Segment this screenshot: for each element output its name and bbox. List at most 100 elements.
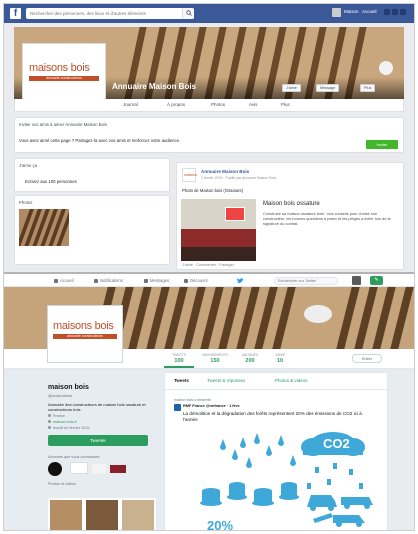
stat-following[interactable]: ABONNEMENTS 150 bbox=[198, 353, 232, 364]
media-thumbnail[interactable] bbox=[122, 500, 154, 530]
search-icon bbox=[186, 10, 192, 16]
post-actions[interactable]: J'aime · Commenter · Partager bbox=[182, 263, 234, 267]
post-author[interactable]: Annuaire Maison Bois bbox=[201, 169, 249, 174]
post-author-avatar[interactable]: maisons bbox=[182, 168, 197, 182]
bell-icon bbox=[94, 278, 98, 283]
messages-icon[interactable] bbox=[392, 9, 398, 15]
profile-handle[interactable]: @maisonbois bbox=[48, 393, 156, 398]
tab-photos[interactable]: Photos bbox=[211, 102, 225, 107]
screenshot-frame: f Maison Accueil maisons bois a bbox=[3, 3, 415, 531]
link-icon bbox=[48, 420, 51, 424]
infographic-percent-label: 20% bbox=[207, 518, 233, 531]
envelope-icon bbox=[144, 278, 148, 283]
tab-about[interactable]: À propos bbox=[167, 102, 185, 107]
nav-messages[interactable]: Messages bbox=[144, 278, 169, 283]
lamp-shape bbox=[379, 61, 393, 75]
follower-avatar[interactable] bbox=[48, 462, 62, 477]
likes-card-text: Ecrivez aux 100 personnes bbox=[25, 179, 77, 184]
media-thumbnail[interactable] bbox=[50, 500, 82, 530]
facebook-search[interactable] bbox=[26, 8, 194, 19]
nav-user-link[interactable]: Maison bbox=[344, 9, 359, 14]
post-link-title[interactable]: Maison bois ossature bbox=[263, 201, 320, 207]
more-button[interactable]: Plus bbox=[360, 84, 376, 92]
tab-reviews[interactable]: Avis bbox=[249, 102, 257, 107]
compose-tweet-button[interactable]: ✎ bbox=[370, 276, 383, 285]
tweet-author-avatar[interactable] bbox=[174, 404, 181, 411]
invite-button[interactable]: Inviter bbox=[366, 140, 398, 149]
invite-card-text: Vous avez aimé cette page ? Partagez-la … bbox=[19, 138, 181, 143]
user-avatar[interactable] bbox=[332, 8, 341, 17]
message-button[interactable]: Message bbox=[316, 84, 340, 92]
post-image[interactable] bbox=[181, 199, 256, 261]
profile-bio: Annuaire des constructeurs de maison boi… bbox=[48, 402, 146, 413]
post-meta: 1 février 2015 · Publié par Annuaire Mai… bbox=[201, 176, 277, 180]
nav-home-link[interactable]: Accueil bbox=[362, 9, 377, 14]
location-icon bbox=[48, 414, 51, 418]
twitter-bird-icon[interactable] bbox=[236, 277, 244, 284]
profile-location: France bbox=[48, 414, 156, 418]
stat-followers[interactable]: ABONNÉS 200 bbox=[238, 353, 262, 364]
facebook-search-input[interactable] bbox=[26, 8, 180, 19]
tweet-author[interactable]: RMF France @rmfrance · 1 févr. bbox=[183, 404, 240, 408]
profile-joined: Inscrit en février 2015 bbox=[48, 426, 156, 430]
stat-tweets[interactable]: TWEETS 100 bbox=[164, 353, 194, 368]
brand-logo-tagline: annuaire constructeurs bbox=[29, 76, 99, 81]
facebook-page: f Maison Accueil maisons bois a bbox=[4, 4, 414, 272]
tab-journal[interactable]: Journal bbox=[123, 102, 138, 107]
retweet-context: maison bois a retweeté bbox=[174, 398, 211, 402]
nav-discover[interactable]: Découvrir bbox=[184, 278, 208, 283]
home-icon bbox=[54, 278, 58, 283]
tab-tweets[interactable]: Tweets bbox=[174, 378, 189, 383]
follower-logos bbox=[48, 462, 156, 480]
twitter-topbar: Accueil Notifications Messages Découvrir… bbox=[4, 274, 414, 287]
media-thumbnails bbox=[48, 498, 156, 530]
nav-notifications[interactable]: Notifications bbox=[94, 278, 123, 283]
twitter-profile-picture[interactable]: maisons bois annuaire constructeurs bbox=[48, 306, 122, 362]
brand-logo-tagline: annuaire constructeurs bbox=[53, 334, 117, 339]
nav-home[interactable]: Accueil bbox=[54, 278, 74, 283]
facebook-profile-picture[interactable]: maisons bois annuaire constructeurs bbox=[23, 44, 105, 106]
followers-you-know-label[interactable]: Abonnés que vous connaissez bbox=[48, 455, 156, 459]
notifications-icon[interactable] bbox=[400, 9, 406, 15]
follower-avatar[interactable] bbox=[92, 464, 106, 475]
tweet-text: La démolition et la dégradation des forê… bbox=[183, 411, 362, 422]
facebook-topbar: f Maison Accueil bbox=[4, 4, 414, 23]
search-button[interactable] bbox=[182, 8, 194, 19]
facebook-logo-icon[interactable]: f bbox=[10, 8, 21, 19]
invite-card-header: Inviter vos amis à aimer Annuaire Maison… bbox=[19, 122, 108, 127]
facebook-tabs: Journal À propos Photos Avis Plus bbox=[14, 99, 404, 112]
nav-icons bbox=[384, 9, 408, 17]
photos-card-header: Photos bbox=[19, 200, 33, 205]
follower-avatar[interactable] bbox=[70, 462, 88, 475]
timeline: Tweets Tweets & réponses Photos & vidéos… bbox=[164, 372, 389, 531]
brand-logo-word: maisons bois bbox=[29, 62, 90, 74]
photos-card: Photos bbox=[14, 195, 170, 265]
calendar-icon bbox=[48, 426, 51, 430]
infographic-co2-label: CO2 bbox=[323, 436, 350, 451]
post-card: maisons Annuaire Maison Bois 1 février 2… bbox=[176, 162, 404, 270]
tweet-to-button[interactable]: Tweeter bbox=[48, 435, 148, 447]
user-avatar[interactable] bbox=[352, 276, 361, 285]
like-button[interactable]: J'aime bbox=[282, 84, 301, 92]
tab-tweets-replies[interactable]: Tweets & réponses bbox=[207, 378, 245, 383]
likes-card-header: J'aime ça bbox=[19, 163, 38, 168]
photo-thumbnail[interactable] bbox=[19, 209, 69, 246]
lamp-shape bbox=[304, 305, 332, 323]
likes-card: J'aime ça Ecrivez aux 100 personnes bbox=[14, 158, 170, 192]
follower-avatar[interactable] bbox=[110, 465, 126, 474]
stat-likes[interactable]: J'AIME 10 bbox=[268, 353, 292, 364]
friends-icon[interactable] bbox=[384, 9, 390, 15]
brand-logo-word: maisons bois bbox=[53, 320, 114, 332]
tab-media[interactable]: Photos & vidéos bbox=[275, 378, 308, 383]
infographic-graphic: CO2 20% bbox=[200, 432, 373, 531]
edit-profile-button[interactable]: Éditer bbox=[352, 354, 382, 363]
twitter-search-input[interactable] bbox=[274, 277, 338, 285]
media-thumbnail[interactable] bbox=[86, 500, 118, 530]
invite-card: Inviter vos amis à aimer Annuaire Maison… bbox=[14, 117, 404, 153]
tweet-image-infographic[interactable]: CO2 20% bbox=[183, 427, 383, 531]
profile-website[interactable]: maison-bois.fr bbox=[48, 420, 156, 424]
tab-more[interactable]: Plus bbox=[281, 102, 290, 107]
hashtag-icon bbox=[184, 278, 188, 283]
profile-name: maison bois bbox=[48, 384, 89, 391]
media-label[interactable]: Photos et vidéos bbox=[48, 482, 156, 486]
